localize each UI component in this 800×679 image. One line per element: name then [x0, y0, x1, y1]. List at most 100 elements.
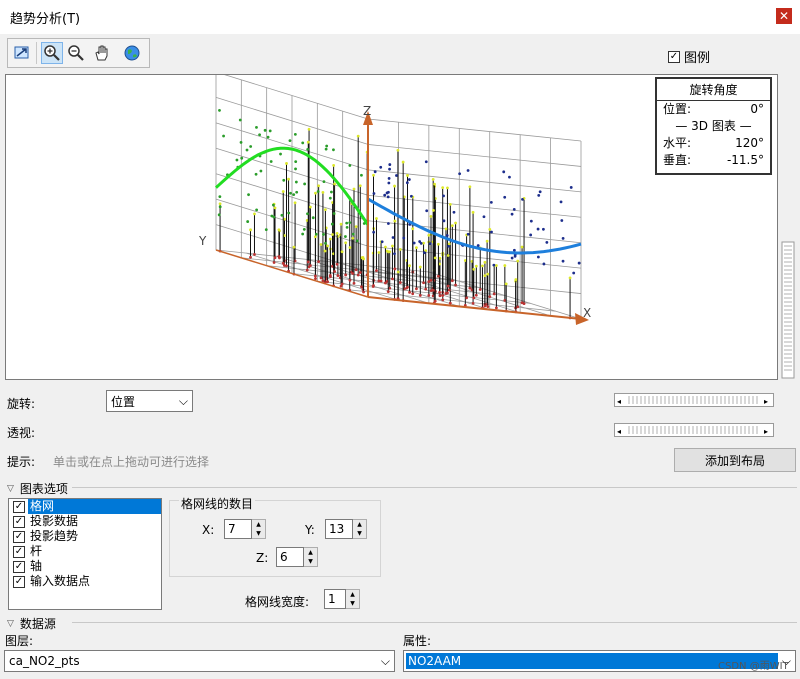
add-to-layout-button[interactable]: 添加到布局: [674, 448, 796, 472]
rotate-slider-track: ◂ ▸: [617, 396, 768, 406]
chart-option-item[interactable]: ✓ 输入数据点: [9, 574, 161, 589]
blue-trend-curve: [367, 197, 582, 255]
attribute-label: 属性:: [403, 634, 432, 648]
layer-dropdown[interactable]: ca_NO2_pts ⌵: [4, 650, 395, 672]
grid-width-value[interactable]: 1: [324, 589, 346, 609]
x-axis-label: X: [583, 306, 591, 320]
rotate-dropdown[interactable]: 位置 ⌵: [106, 390, 193, 412]
grid-z-label: Z:: [256, 551, 269, 565]
chart-option-label: 投影趋势: [30, 529, 79, 543]
chart-option-label: 格网: [28, 499, 161, 514]
chevron-down-icon: ▽: [7, 618, 14, 629]
perspective-slider-track: ◂ ▸: [617, 426, 768, 436]
legend-toggle[interactable]: ✓ 图例: [668, 47, 710, 66]
grid-x-stepper[interactable]: 7 ▲ ▼: [224, 519, 266, 539]
down-arrow-icon[interactable]: ▼: [252, 529, 265, 538]
checkbox[interactable]: ✓: [13, 560, 25, 573]
rotation-title: 旋转角度: [657, 79, 770, 101]
perspective-slider[interactable]: ◂ ▸: [614, 423, 774, 437]
layer-dropdown-value: ca_NO2_pts: [9, 654, 80, 668]
perspective-label: 透视:: [7, 426, 36, 440]
vertical-slider-track: [781, 241, 795, 379]
checkbox[interactable]: ✓: [13, 530, 25, 543]
up-arrow-icon[interactable]: ▲: [252, 520, 265, 529]
chart-options-list: ✓ 格网 ✓ 投影数据 ✓ 投影趋势 ✓ 杆 ✓ 轴 ✓ 输入数据点: [8, 498, 162, 610]
globe-icon: [124, 45, 140, 61]
chart-options-title: 图表选项: [19, 482, 68, 496]
rotation-angle-panel: 旋转角度 位置: 0° — 3D 图表 — 水平: 120° 垂直: -11.5°: [655, 77, 772, 175]
down-arrow-icon[interactable]: ▼: [304, 557, 317, 566]
toolbar: [7, 38, 150, 68]
rotate-label: 旋转:: [7, 397, 36, 411]
grid-y-stepper[interactable]: 13 ▲ ▼: [325, 519, 367, 539]
grid-count-title: 格网线的数目: [179, 495, 256, 512]
grid-y-value[interactable]: 13: [325, 519, 353, 539]
chevron-down-icon: ⌵: [380, 653, 390, 668]
up-arrow-icon[interactable]: ▲: [346, 590, 359, 599]
vertical-angle-slider[interactable]: [780, 74, 796, 380]
legend-checkbox[interactable]: ✓: [668, 50, 680, 63]
hand-icon: [95, 45, 108, 61]
up-arrow-icon[interactable]: ▲: [353, 520, 366, 529]
vertical-value: -11.5°: [726, 153, 764, 167]
full-extent-icon: [14, 46, 29, 59]
zoom-in-button[interactable]: [41, 42, 63, 64]
down-arrow-icon[interactable]: ▼: [353, 529, 366, 538]
svg-text:▸: ▸: [764, 397, 768, 406]
data-stems: [218, 127, 572, 320]
rotate-slider[interactable]: ◂ ▸: [614, 393, 774, 407]
watermark: CSDN @雨WIT: [718, 661, 789, 672]
chart-option-item[interactable]: ✓ 轴: [9, 559, 161, 574]
zoom-out-button[interactable]: [65, 42, 87, 64]
checkbox[interactable]: ✓: [13, 575, 25, 588]
grid-z-value[interactable]: 6: [276, 547, 304, 567]
rotate-dropdown-value: 位置: [111, 394, 136, 409]
globe-button[interactable]: [121, 42, 143, 64]
close-button[interactable]: ✕: [776, 8, 792, 24]
data-source-header[interactable]: ▽ 数据源: [7, 615, 56, 632]
full-extent-button[interactable]: [11, 42, 33, 64]
divider: [72, 487, 797, 488]
hint-label: 提示:: [7, 455, 36, 469]
chart-option-label: 杆: [30, 544, 43, 558]
chart-options-header[interactable]: ▽ 图表选项: [7, 480, 68, 497]
grid-width-label: 格网线宽度:: [245, 595, 310, 609]
zoom-out-icon: [68, 45, 84, 61]
zoom-in-icon: [44, 45, 60, 61]
y-axis-label: Y: [198, 234, 207, 248]
chevron-down-icon: ▽: [7, 483, 14, 494]
chevron-down-icon: ⌵: [178, 393, 188, 408]
checkbox[interactable]: ✓: [13, 545, 25, 558]
grid-y-label: Y:: [305, 523, 315, 537]
legend-toggle-label: 图例: [684, 51, 711, 66]
svg-text:◂: ◂: [617, 397, 621, 406]
chart-option-item[interactable]: ✓ 杆: [9, 544, 161, 559]
chart-option-item[interactable]: ✓ 格网: [9, 499, 161, 514]
svg-text:◂: ◂: [617, 427, 621, 436]
chart-option-label: 投影数据: [30, 514, 79, 528]
horizontal-value: 120°: [735, 136, 764, 150]
up-arrow-icon[interactable]: ▲: [304, 548, 317, 557]
chart-section-label: — 3D 图表 —: [675, 119, 752, 133]
chart-option-label: 轴: [30, 559, 43, 573]
data-source-title: 数据源: [19, 617, 56, 631]
grid-z-stepper[interactable]: 6 ▲ ▼: [276, 547, 318, 567]
checkbox[interactable]: ✓: [13, 515, 25, 528]
chart-option-label: 输入数据点: [30, 574, 91, 588]
vertical-label: 垂直:: [663, 153, 692, 167]
down-arrow-icon[interactable]: ▼: [346, 599, 359, 608]
z-axis-label: Z: [363, 104, 371, 118]
pan-button[interactable]: [91, 42, 113, 64]
grid-x-label: X:: [202, 523, 215, 537]
hint-text: 单击或在点上拖动可进行选择: [53, 455, 210, 469]
divider: [72, 622, 797, 623]
position-label: 位置:: [663, 102, 692, 116]
chart-option-item[interactable]: ✓ 投影数据: [9, 514, 161, 529]
grid-x-value[interactable]: 7: [224, 519, 252, 539]
layer-label: 图层:: [5, 634, 34, 648]
chart-option-item[interactable]: ✓ 投影趋势: [9, 529, 161, 544]
checkbox[interactable]: ✓: [13, 500, 25, 513]
title-bar: [0, 0, 800, 34]
grid-count-group: 格网线的数目 X: 7 ▲ ▼ Y: 13 ▲ ▼ Z: 6 ▲ ▼: [169, 495, 381, 577]
grid-width-stepper[interactable]: 1 ▲ ▼: [324, 589, 360, 609]
